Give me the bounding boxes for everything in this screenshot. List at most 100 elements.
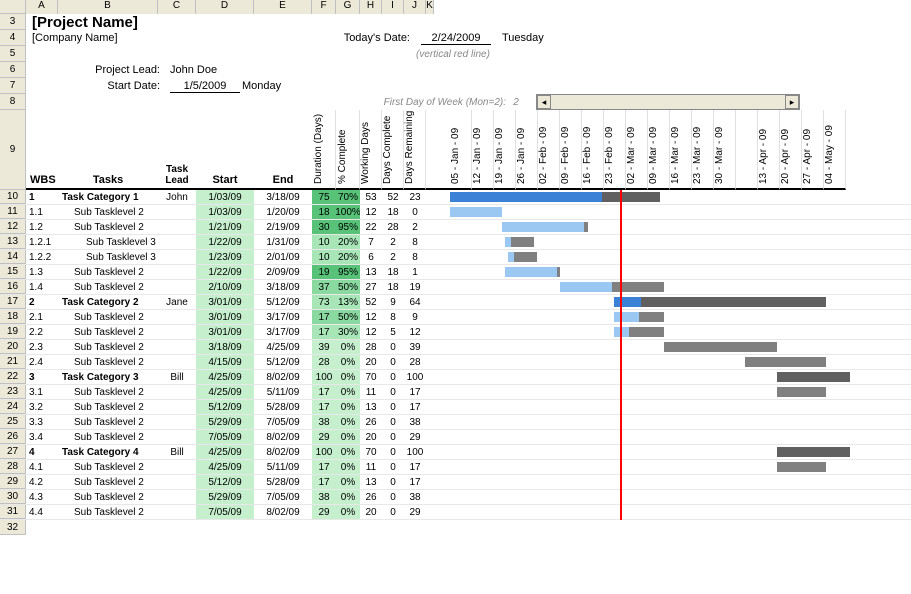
cell-task[interactable]: Task Category 4 bbox=[58, 445, 158, 459]
cell-working-days[interactable]: 52 bbox=[360, 295, 382, 309]
cell-end[interactable]: 5/28/09 bbox=[254, 400, 312, 414]
project-lead-value[interactable]: John Doe bbox=[166, 64, 246, 76]
cell-days-complete[interactable]: 8 bbox=[382, 310, 404, 324]
column-header[interactable]: J bbox=[404, 0, 426, 14]
cell-days-complete[interactable]: 0 bbox=[382, 340, 404, 354]
table-row[interactable]: 21 2.4 Sub Tasklevel 2 4/15/09 5/12/09 2… bbox=[0, 355, 911, 370]
cell-start[interactable]: 4/25/09 bbox=[196, 445, 254, 459]
column-header[interactable]: E bbox=[254, 0, 312, 14]
cell-task[interactable]: Sub Tasklevel 2 bbox=[58, 355, 158, 369]
cell-wbs[interactable]: 1.3 bbox=[26, 265, 58, 279]
header-wbs[interactable]: WBS bbox=[26, 110, 58, 190]
table-row[interactable]: 19 2.2 Sub Tasklevel 2 3/01/09 3/17/09 1… bbox=[0, 325, 911, 340]
cell-working-days[interactable]: 27 bbox=[360, 280, 382, 294]
cell-duration[interactable]: 17 bbox=[312, 475, 336, 489]
cell-days-complete[interactable]: 0 bbox=[382, 385, 404, 399]
cell-task[interactable]: Sub Tasklevel 2 bbox=[58, 280, 158, 294]
cell-wbs[interactable]: 1.4 bbox=[26, 280, 58, 294]
cell-wbs[interactable]: 3.4 bbox=[26, 430, 58, 444]
cell-pct[interactable]: 0% bbox=[336, 490, 360, 504]
cell-days-remaining[interactable]: 9 bbox=[404, 310, 426, 324]
cell-lead[interactable] bbox=[158, 490, 196, 504]
cell-end[interactable]: 1/31/09 bbox=[254, 235, 312, 249]
column-header[interactable]: I bbox=[382, 0, 404, 14]
cell-wbs[interactable]: 3.3 bbox=[26, 415, 58, 429]
cell-task[interactable]: Task Category 3 bbox=[58, 370, 158, 384]
row-number[interactable]: 3 bbox=[0, 14, 26, 30]
cell-wbs[interactable]: 4 bbox=[26, 445, 58, 459]
cell-pct[interactable]: 13% bbox=[336, 295, 360, 309]
cell-lead[interactable] bbox=[158, 430, 196, 444]
cell-duration[interactable]: 37 bbox=[312, 280, 336, 294]
header-task-lead[interactable]: Task Lead bbox=[158, 110, 196, 190]
cell-days-remaining[interactable]: 100 bbox=[404, 370, 426, 384]
cell-wbs[interactable]: 2.3 bbox=[26, 340, 58, 354]
cell-working-days[interactable]: 12 bbox=[360, 325, 382, 339]
row-number[interactable]: 26 bbox=[0, 430, 26, 444]
cell-working-days[interactable]: 6 bbox=[360, 250, 382, 264]
row-number[interactable]: 15 bbox=[0, 265, 26, 279]
header-working-days[interactable]: Working Days bbox=[360, 110, 382, 190]
gantt-date-header[interactable]: 16 - Mar - 09 bbox=[670, 110, 692, 190]
cell-days-complete[interactable]: 5 bbox=[382, 325, 404, 339]
gantt-date-header[interactable]: 16 - Feb - 09 bbox=[582, 110, 604, 190]
cell-duration[interactable]: 38 bbox=[312, 490, 336, 504]
cell-start[interactable]: 1/23/09 bbox=[196, 250, 254, 264]
cell-pct[interactable]: 20% bbox=[336, 250, 360, 264]
cell-duration[interactable]: 17 bbox=[312, 460, 336, 474]
cell-start[interactable]: 1/03/09 bbox=[196, 205, 254, 219]
cell-days-complete[interactable]: 18 bbox=[382, 265, 404, 279]
cell-start[interactable]: 3/01/09 bbox=[196, 310, 254, 324]
table-row[interactable]: 30 4.3 Sub Tasklevel 2 5/29/09 7/05/09 3… bbox=[0, 490, 911, 505]
gantt-date-header[interactable]: 02 - Feb - 09 bbox=[538, 110, 560, 190]
row-number[interactable]: 10 bbox=[0, 190, 26, 204]
gantt-date-header[interactable]: 26 - Jan - 09 bbox=[516, 110, 538, 190]
cell-wbs[interactable]: 4.3 bbox=[26, 490, 58, 504]
cell-task[interactable]: Sub Tasklevel 2 bbox=[58, 505, 158, 519]
table-row[interactable]: 26 3.4 Sub Tasklevel 2 7/05/09 8/02/09 2… bbox=[0, 430, 911, 445]
table-row[interactable]: 27 4 Task Category 4 Bill 4/25/09 8/02/0… bbox=[0, 445, 911, 460]
cell-days-complete[interactable]: 0 bbox=[382, 400, 404, 414]
scroll-left-button[interactable]: ◂ bbox=[537, 95, 551, 109]
cell-working-days[interactable]: 53 bbox=[360, 190, 382, 204]
cell-days-complete[interactable]: 28 bbox=[382, 220, 404, 234]
cell-end[interactable]: 8/02/09 bbox=[254, 430, 312, 444]
cell-pct[interactable]: 0% bbox=[336, 340, 360, 354]
cell-lead[interactable] bbox=[158, 235, 196, 249]
row-number[interactable]: 11 bbox=[0, 205, 26, 219]
row-number[interactable]: 17 bbox=[0, 295, 26, 309]
cell-days-remaining[interactable]: 1 bbox=[404, 265, 426, 279]
cell-end[interactable]: 5/28/09 bbox=[254, 475, 312, 489]
cell-days-remaining[interactable]: 12 bbox=[404, 325, 426, 339]
cell-task[interactable]: Sub Tasklevel 3 bbox=[58, 250, 158, 264]
cell-task[interactable]: Sub Tasklevel 3 bbox=[58, 235, 158, 249]
row-number[interactable]: 13 bbox=[0, 235, 26, 249]
cell-duration[interactable]: 17 bbox=[312, 400, 336, 414]
cell-lead[interactable] bbox=[158, 340, 196, 354]
cell-end[interactable]: 7/05/09 bbox=[254, 490, 312, 504]
table-row[interactable]: 15 1.3 Sub Tasklevel 2 1/22/09 2/09/09 1… bbox=[0, 265, 911, 280]
cell-pct[interactable]: 0% bbox=[336, 415, 360, 429]
cell-task[interactable]: Sub Tasklevel 2 bbox=[58, 430, 158, 444]
gantt-date-header[interactable]: 23 - Mar - 09 bbox=[692, 110, 714, 190]
cell-wbs[interactable]: 3.1 bbox=[26, 385, 58, 399]
cell-end[interactable]: 8/02/09 bbox=[254, 505, 312, 519]
cell-working-days[interactable]: 70 bbox=[360, 370, 382, 384]
header-start[interactable]: Start bbox=[196, 110, 254, 190]
cell-start[interactable]: 7/05/09 bbox=[196, 430, 254, 444]
gantt-date-header[interactable]: 23 - Feb - 09 bbox=[604, 110, 626, 190]
cell-wbs[interactable]: 4.4 bbox=[26, 505, 58, 519]
row-number[interactable]: 9 bbox=[0, 110, 26, 190]
gantt-date-header[interactable]: 04 - May - 09 bbox=[824, 110, 846, 190]
table-row[interactable]: 28 4.1 Sub Tasklevel 2 4/25/09 5/11/09 1… bbox=[0, 460, 911, 475]
gantt-date-header[interactable]: 27 - Apr - 09 bbox=[802, 110, 824, 190]
cell-working-days[interactable]: 20 bbox=[360, 355, 382, 369]
cell-end[interactable]: 3/17/09 bbox=[254, 310, 312, 324]
cell-start[interactable]: 5/29/09 bbox=[196, 490, 254, 504]
cell-working-days[interactable]: 20 bbox=[360, 430, 382, 444]
cell-days-remaining[interactable]: 19 bbox=[404, 280, 426, 294]
cell-end[interactable]: 3/17/09 bbox=[254, 325, 312, 339]
cell-wbs[interactable]: 2.4 bbox=[26, 355, 58, 369]
cell-days-complete[interactable]: 0 bbox=[382, 490, 404, 504]
cell-days-remaining[interactable]: 39 bbox=[404, 340, 426, 354]
